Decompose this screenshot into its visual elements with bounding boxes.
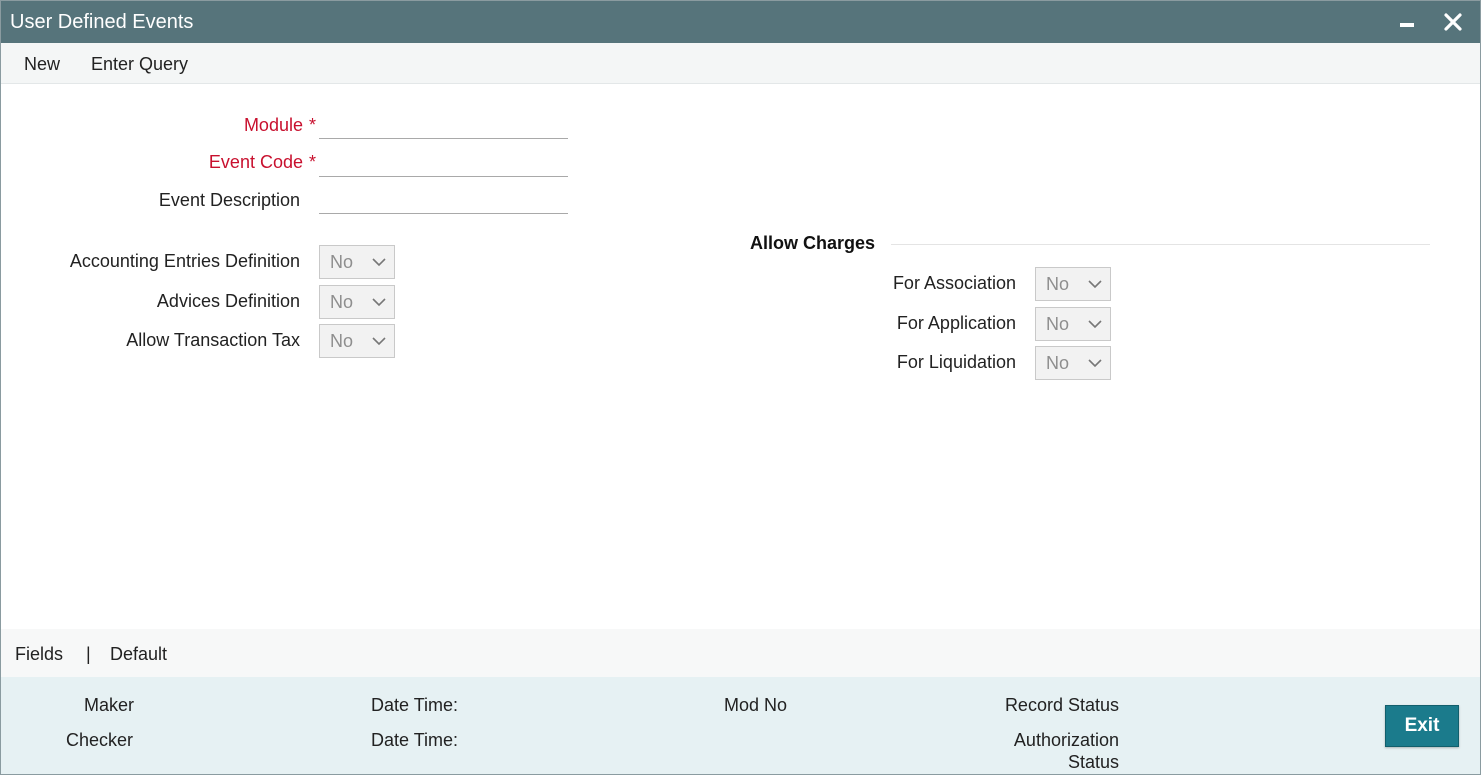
maker-label: Maker <box>84 695 135 715</box>
default-link[interactable]: Default <box>110 644 167 665</box>
new-button[interactable]: New <box>24 54 60 75</box>
title-bar: User Defined Events <box>1 1 1480 43</box>
audit-bar: Maker Checker Date Time: Date Time: Mod … <box>1 677 1480 774</box>
accounting-entries-definition-value: No <box>330 252 354 272</box>
checker-label: Checker <box>66 730 134 750</box>
accounting-entries-definition-select[interactable]: No <box>319 245 395 279</box>
authorization-label: Authorization <box>1013 730 1119 750</box>
module-input[interactable] <box>319 113 568 139</box>
for-liquidation-value: No <box>1046 353 1070 373</box>
for-association-label: For Association <box>892 273 1016 293</box>
event-description-label: Event Description <box>158 190 300 210</box>
module-label-text: Module <box>243 115 303 135</box>
module-label: Module * <box>244 115 316 136</box>
for-application-label: For Application <box>896 313 1016 333</box>
chevron-down-icon <box>1088 280 1102 289</box>
event-code-input[interactable] <box>319 151 568 177</box>
allow-transaction-tax-value: No <box>330 331 354 351</box>
mod-no-label: Mod No <box>724 695 788 715</box>
event-code-label-text: Event Code <box>208 152 303 172</box>
for-association-select[interactable]: No <box>1035 267 1111 301</box>
advices-definition-label: Advices Definition <box>156 291 300 311</box>
event-description-input[interactable] <box>319 188 568 214</box>
accounting-entries-definition-label: Accounting Entries Definition <box>69 251 300 271</box>
allow-transaction-tax-select[interactable]: No <box>319 324 395 358</box>
enter-query-button[interactable]: Enter Query <box>91 54 188 75</box>
chevron-down-icon <box>372 258 386 267</box>
advices-definition-value: No <box>330 292 354 312</box>
fields-separator: | <box>86 644 91 664</box>
for-liquidation-label: For Liquidation <box>896 352 1016 372</box>
maker-date-time-label: Date Time: <box>371 695 459 715</box>
allow-charges-title: Allow Charges <box>750 233 876 253</box>
event-code-label: Event Code * <box>209 152 316 173</box>
chevron-down-icon <box>1088 359 1102 368</box>
fields-link[interactable]: Fields <box>15 644 63 665</box>
user-defined-events-window: User Defined Events New Enter Query Modu… <box>0 0 1481 775</box>
close-icon[interactable] <box>1438 7 1468 37</box>
for-application-select[interactable]: No <box>1035 307 1111 341</box>
allow-charges-divider <box>891 244 1430 245</box>
chevron-down-icon <box>372 298 386 307</box>
module-required-mark: * <box>308 115 316 135</box>
window-title: User Defined Events <box>10 11 194 33</box>
toolbar: New Enter Query <box>1 43 1480 84</box>
advices-definition-select[interactable]: No <box>319 285 395 319</box>
chevron-down-icon <box>372 337 386 346</box>
fields-bar: Fields | Default <box>1 629 1480 677</box>
for-liquidation-select[interactable]: No <box>1035 346 1111 380</box>
for-application-value: No <box>1046 314 1070 334</box>
minimize-icon[interactable] <box>1391 7 1421 37</box>
allow-transaction-tax-label: Allow Transaction Tax <box>126 330 300 350</box>
exit-button[interactable]: Exit <box>1385 705 1459 747</box>
event-code-required-mark: * <box>308 152 316 172</box>
authorization-status-label: Status <box>1067 752 1119 772</box>
checker-date-time-label: Date Time: <box>371 730 459 750</box>
chevron-down-icon <box>1088 320 1102 329</box>
record-status-label: Record Status <box>1004 695 1119 715</box>
for-association-value: No <box>1046 274 1070 294</box>
